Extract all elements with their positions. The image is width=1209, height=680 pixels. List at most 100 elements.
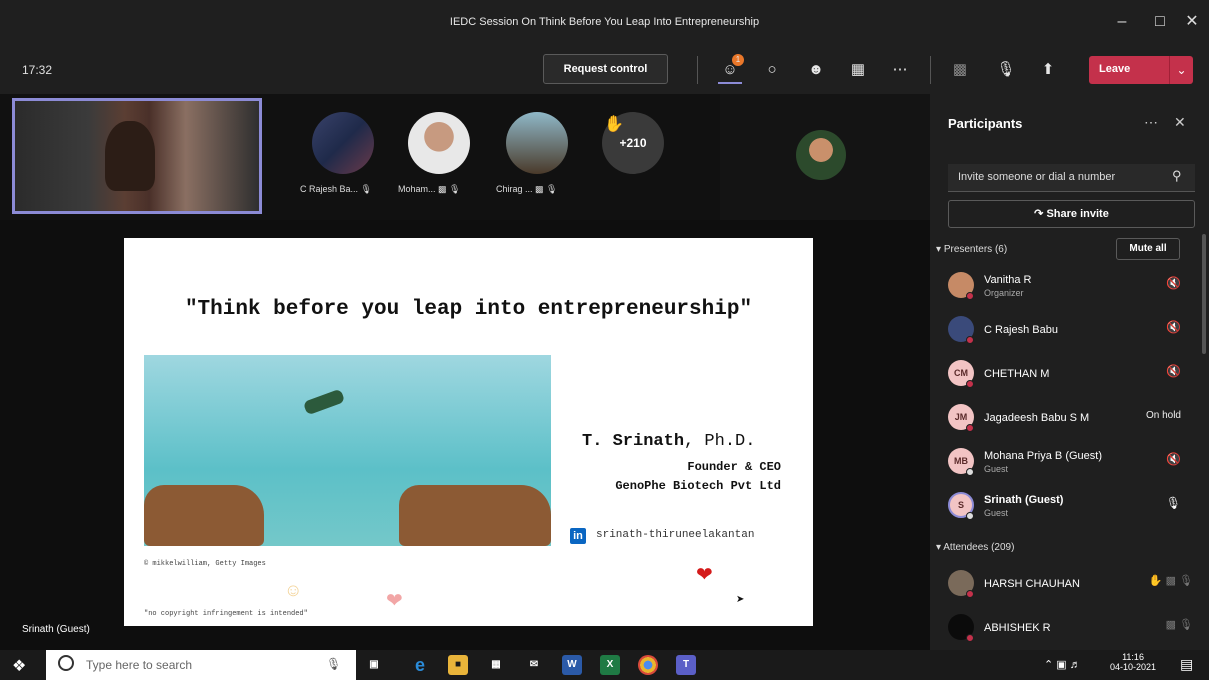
participant-name: Vanitha R [984, 274, 1032, 286]
mic-off-icon[interactable]: 🔇 [1166, 364, 1181, 378]
on-hold-status: On hold [1145, 410, 1181, 421]
leave-button[interactable]: Leave ⌄ [1089, 56, 1193, 84]
teams-icon[interactable]: T [676, 655, 696, 675]
more-options-icon[interactable]: ⋯ [888, 58, 912, 82]
chrome-icon[interactable] [638, 655, 658, 675]
participant-row[interactable]: HARSH CHAUHAN ✋ ▩ 🎙 [930, 564, 1209, 608]
chat-icon[interactable]: ○ [760, 58, 784, 82]
participant-row[interactable]: C Rajesh Babu 🔇 [930, 310, 1209, 354]
rock-right [399, 485, 551, 546]
maximize-icon[interactable]: □ [1148, 10, 1172, 34]
microphone-icon[interactable]: 🎙 [326, 657, 341, 671]
participant-row[interactable]: S Srinath (Guest) Guest 🎙 [930, 486, 1209, 530]
image-credit: © mikkelwilliam, Getty Images [144, 560, 266, 568]
participant-name: HARSH CHAUHAN [984, 578, 1080, 590]
heart-icon: ❤ [386, 590, 403, 612]
tile-label: Chirag ... ▩ 🎙 [496, 184, 558, 194]
participants-badge: 1 [732, 54, 744, 66]
invite-input[interactable]: Invite someone or dial a number [948, 164, 1195, 192]
presenter-video[interactable] [12, 98, 262, 214]
participant-row[interactable]: JM Jagadeesh Babu S M On hold [930, 398, 1209, 442]
cursor-icon: ➤ [736, 594, 745, 605]
mic-off-icon[interactable]: 🎙 [994, 58, 1018, 82]
edge-icon[interactable]: e [410, 655, 430, 675]
participant-name: Jagadeesh Babu S M [984, 412, 1090, 424]
mic-off-icon[interactable]: 🔇 [1166, 320, 1181, 334]
close-icon[interactable]: ✕ [1180, 10, 1204, 34]
mic-off-icon[interactable]: 🔇 [1166, 452, 1181, 466]
taskbar-search-input[interactable]: Type here to search [46, 650, 356, 680]
notifications-icon[interactable]: ▤ [1180, 656, 1193, 673]
search-icon[interactable]: ⚲ [1172, 168, 1182, 184]
share-invite-button[interactable]: ↷ Share invite [948, 200, 1195, 228]
speaker-role: Founder & CEO [687, 460, 781, 474]
more-options-icon[interactable]: ⋯ [1144, 114, 1158, 131]
meeting-toolbar: 17:32 Request control ☺ 1 ○ ☻ ▦ ⋯ ▩ 🎙 ⬆ … [0, 46, 1209, 94]
minimize-icon[interactable]: – [1110, 10, 1134, 34]
camera-off-icon: ▩ [1165, 575, 1176, 587]
presentation-slide: "Think before you leap into entrepreneur… [124, 238, 813, 626]
taskbar-clock[interactable]: 11:16 04-10-2021 [1110, 652, 1156, 672]
presenters-section[interactable]: ▾ Presenters (6) [936, 244, 1007, 255]
panel-scrollbar[interactable] [1202, 234, 1206, 354]
status-dot [966, 424, 974, 432]
word-icon[interactable]: W [562, 655, 582, 675]
participant-tile[interactable] [720, 94, 930, 220]
close-icon[interactable]: ✕ [1174, 114, 1186, 131]
participant-row[interactable]: ABHISHEK R ▩ 🎙 [930, 608, 1209, 652]
excel-icon[interactable]: X [600, 655, 620, 675]
share-screen-icon[interactable]: ⬆ [1036, 58, 1060, 82]
mic-off-icon[interactable]: 🔇 [1166, 276, 1181, 290]
taskbar: ❖ Type here to search 🎙 ▣ e ■ ▦ ✉ W X T … [0, 650, 1209, 680]
clock-date: 04-10-2021 [1110, 662, 1157, 672]
reactions-icon[interactable]: ☻ [804, 58, 828, 82]
camera-off-icon[interactable]: ▩ [948, 58, 972, 82]
participant-row[interactable]: Vanitha R Organizer 🔇 [930, 266, 1209, 310]
raise-hand-icon: ✋ [604, 116, 624, 133]
avatar[interactable] [312, 112, 374, 174]
windows-start-icon[interactable]: ❖ [12, 656, 26, 676]
linkedin-handle: srinath-thiruneelakantan [596, 529, 755, 541]
mic-on-icon[interactable]: 🎙 [1166, 496, 1181, 510]
status-dot [966, 512, 974, 520]
linkedin-icon: in [570, 528, 586, 544]
request-control-button[interactable]: Request control [543, 54, 668, 84]
system-tray-icons[interactable]: ⌃ ▣ ♬ [1044, 658, 1081, 671]
attendees-section[interactable]: ▾ Attendees (209) [936, 542, 1014, 553]
status-dot [966, 336, 974, 344]
avatar[interactable] [408, 112, 470, 174]
meeting-timer: 17:32 [22, 63, 53, 77]
jumper-figure [302, 388, 346, 416]
avatar[interactable] [506, 112, 568, 174]
active-indicator [718, 82, 742, 84]
participant-role: Organizer [984, 288, 1024, 298]
mic-off-icon: 🎙 [1179, 575, 1193, 587]
mute-all-button[interactable]: Mute all [1116, 238, 1180, 260]
presenter-figure [105, 121, 155, 191]
participant-row[interactable]: CM CHETHAN M 🔇 [930, 354, 1209, 398]
mic-off-icon: 🎙 [1179, 619, 1193, 631]
participants-icon[interactable]: ☺ 1 [718, 54, 744, 84]
rock-left [144, 485, 264, 546]
task-view-icon[interactable]: ▣ [364, 655, 384, 675]
chevron-down-icon[interactable]: ⌄ [1169, 56, 1193, 84]
file-explorer-icon[interactable]: ■ [448, 655, 468, 675]
speaker-company: GenoPhe Biotech Pvt Ltd [615, 479, 781, 493]
store-icon[interactable]: ▦ [486, 655, 506, 675]
copyright-note: "no copyright infringement is intended" [144, 610, 308, 618]
heart-icon: ❤ [696, 564, 713, 586]
participant-row[interactable]: MB Mohana Priya B (Guest) Guest 🔇 [930, 442, 1209, 486]
raise-hand-icon: ✋ [1148, 575, 1163, 587]
status-dot [966, 292, 974, 300]
rooms-icon[interactable]: ▦ [846, 58, 870, 82]
slide-headline: "Think before you leap into entrepreneur… [184, 298, 753, 321]
attendee-status-icons: ✋ ▩ 🎙 [1149, 574, 1193, 587]
divider [930, 56, 931, 84]
clock-time: 11:16 [1122, 652, 1144, 662]
speaker-name: T. Srinath, Ph.D. [582, 432, 756, 451]
window-title: IEDC Session On Think Before You Leap In… [449, 16, 760, 28]
tile-label: C Rajesh Ba... 🎙 [300, 184, 372, 194]
participants-panel: Participants ⋯ ✕ Invite someone or dial … [930, 94, 1209, 650]
mail-icon[interactable]: ✉ [524, 655, 544, 675]
share-icon: ↷ [1034, 208, 1044, 220]
